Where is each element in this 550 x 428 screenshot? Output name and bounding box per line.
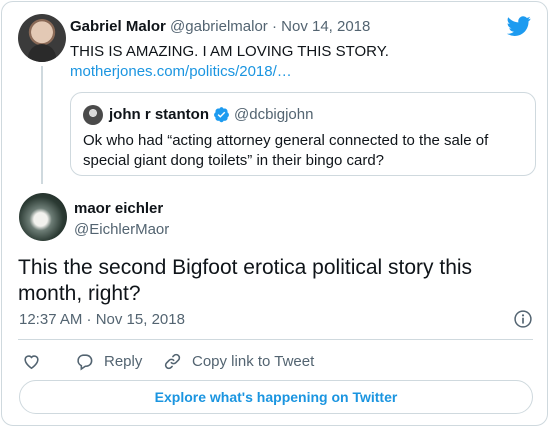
thread-connector-line <box>41 66 43 184</box>
heart-icon <box>24 354 39 369</box>
tweet-text: This the second Bigfoot erotica politica… <box>18 256 473 305</box>
explore-twitter-button[interactable]: Explore what's happening on Twitter <box>19 380 533 414</box>
actions-divider <box>18 339 533 340</box>
quoted-tweet-header: john r stanton @dcbigjohn <box>109 106 313 123</box>
embedded-tweet-card: Gabriel Malor @gabrielmalor · Nov 14, 20… <box>1 1 548 426</box>
header-separator: · <box>271 18 277 35</box>
parent-tweet-header: Gabriel Malor @gabrielmalor · Nov 14, 20… <box>70 18 370 35</box>
copy-link-label: Copy link to Tweet <box>192 352 315 370</box>
author-name[interactable]: maor eichler <box>74 200 163 217</box>
verified-badge-icon <box>214 107 229 123</box>
parent-tweet-text: THIS IS AMAZING. I AM LOVING THIS STORY. <box>70 43 389 60</box>
author-avatar[interactable] <box>19 193 67 241</box>
parent-author-handle[interactable]: @gabrielmalor <box>170 18 268 35</box>
reply-icon <box>77 353 93 371</box>
like-button[interactable] <box>22 347 41 375</box>
copy-link-icon <box>164 353 181 369</box>
reply-button[interactable]: Reply <box>75 347 142 375</box>
reply-label: Reply <box>104 352 143 370</box>
info-icon[interactable] <box>513 309 533 329</box>
parent-tweet-date[interactable]: Nov 14, 2018 <box>281 18 370 35</box>
quoted-tweet[interactable]: john r stanton @dcbigjohn Ok who had “ac… <box>70 92 536 176</box>
tweet-timestamp[interactable]: 12:37 AM · Nov 15, 2018 <box>19 311 185 328</box>
parent-author-avatar[interactable] <box>18 14 66 62</box>
quoted-author-name: john r stanton <box>109 106 209 123</box>
twitter-bird-icon[interactable] <box>507 14 531 38</box>
quoted-author-handle: @dcbigjohn <box>234 106 314 123</box>
parent-tweet-link[interactable]: motherjones.com/politics/2018/… <box>70 63 292 80</box>
copy-link-button[interactable]: Copy link to Tweet <box>163 347 314 375</box>
quoted-tweet-text: Ok who had “acting attorney general conn… <box>83 132 489 169</box>
author-handle[interactable]: @EichlerMaor <box>74 221 169 238</box>
quoted-author-avatar <box>83 105 103 125</box>
parent-author-name[interactable]: Gabriel Malor <box>70 18 166 35</box>
